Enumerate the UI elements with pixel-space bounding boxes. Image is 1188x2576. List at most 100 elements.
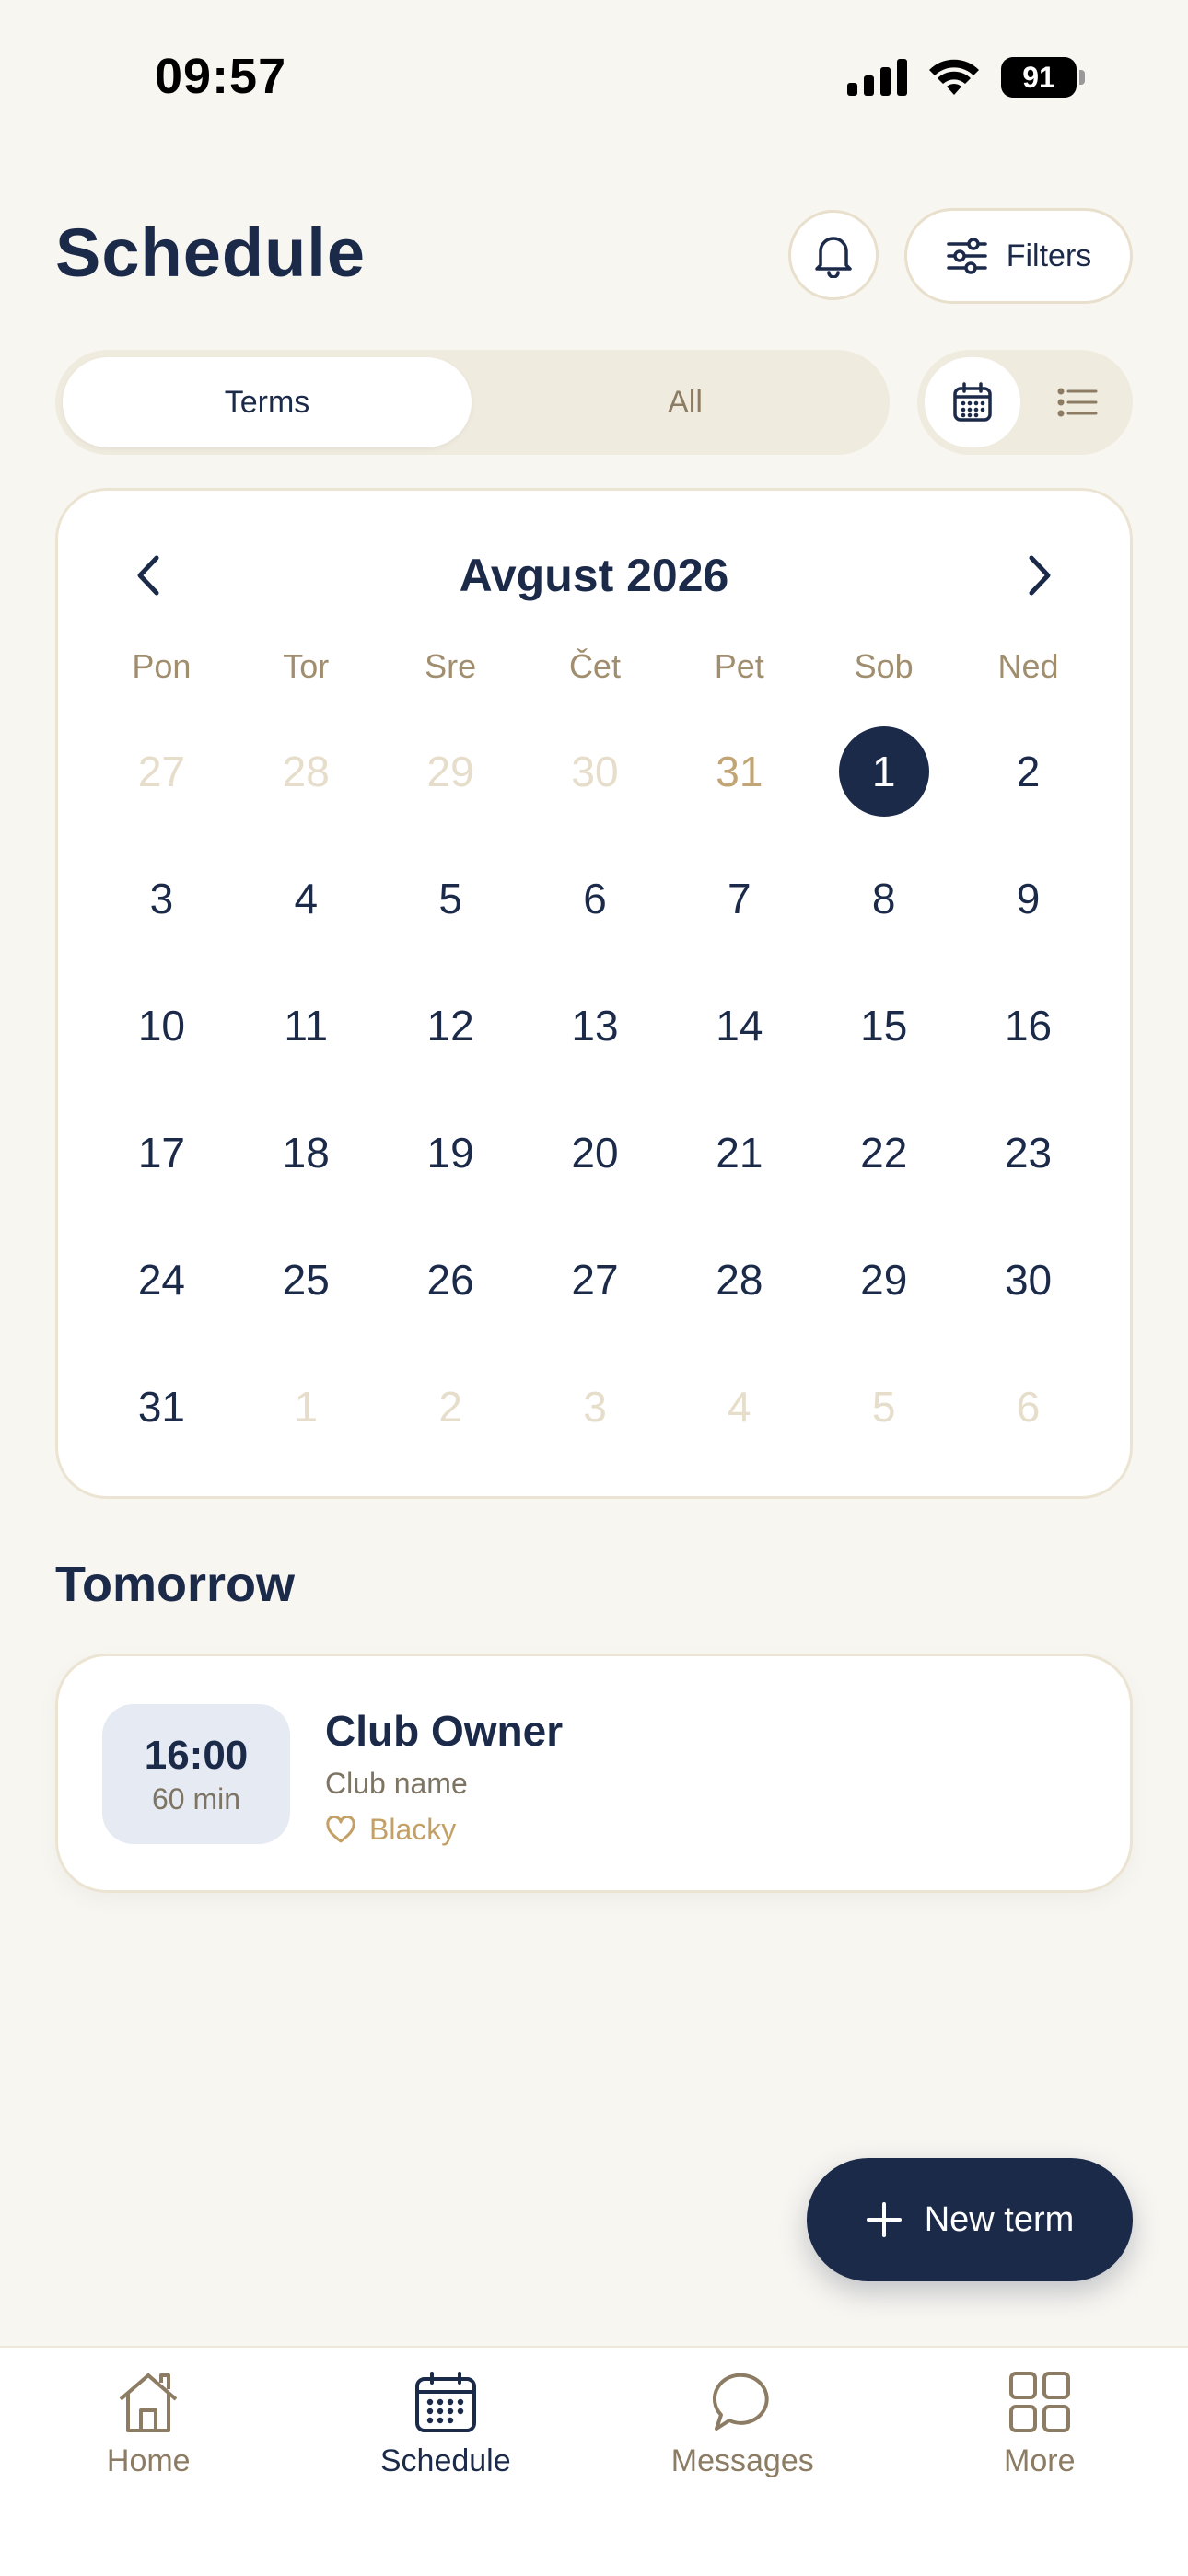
plus-icon	[866, 2201, 903, 2238]
filters-button[interactable]: Filters	[904, 208, 1133, 304]
calendar-day[interactable]: 1	[234, 1362, 379, 1489]
calendar-day[interactable]: 2	[956, 726, 1101, 853]
calendar-day[interactable]: 29	[811, 1235, 956, 1362]
next-month-button[interactable]	[1003, 539, 1077, 612]
calendar-day-number: 3	[116, 853, 206, 944]
nav-item-messages[interactable]: Messages	[594, 2348, 891, 2576]
calendar-day-number: 10	[116, 981, 206, 1071]
calendar-day-number: 9	[984, 853, 1074, 944]
calendar-day[interactable]: 22	[811, 1108, 956, 1235]
calendar-day[interactable]: 21	[667, 1108, 811, 1235]
calendar-day-number: 6	[984, 1362, 1074, 1452]
calendar-day[interactable]: 27	[89, 726, 234, 853]
event-duration: 60 min	[152, 1782, 240, 1816]
calendar-day-number: 22	[839, 1108, 929, 1198]
calendar-day[interactable]: 31	[89, 1362, 234, 1489]
calendar-day-number: 11	[261, 981, 351, 1071]
calendar-day[interactable]: 19	[379, 1108, 523, 1235]
calendar-day[interactable]: 20	[523, 1108, 668, 1235]
calendar-day[interactable]: 18	[234, 1108, 379, 1235]
calendar-day-number: 28	[694, 1235, 785, 1325]
calendar-day-number: 23	[984, 1108, 1074, 1198]
weekday-header: Pon Tor Sre Čet Pet Sob Ned	[89, 647, 1101, 686]
event-club-name: Club name	[325, 1767, 468, 1801]
calendar-day[interactable]: 5	[379, 853, 523, 981]
calendar-day-number: 7	[694, 853, 785, 944]
calendar-day-number: 21	[694, 1108, 785, 1198]
tab-terms[interactable]: Terms	[63, 357, 472, 447]
weekday-label: Čet	[523, 647, 668, 686]
calendar-day-number: 24	[116, 1235, 206, 1325]
tab-all[interactable]: All	[488, 357, 882, 447]
weekday-label: Pet	[667, 647, 811, 686]
section-title: Tomorrow	[55, 1556, 295, 1613]
calendar-day-number: 16	[984, 981, 1074, 1071]
page-title: Schedule	[55, 214, 366, 292]
calendar-day-number: 5	[405, 853, 495, 944]
calendar-day[interactable]: 3	[89, 853, 234, 981]
calendar-days-grid: 2728293031123456789101112131415161718192…	[89, 726, 1101, 1489]
nav-label-more: More	[1004, 2443, 1075, 2479]
calendar-day[interactable]: 6	[956, 1362, 1101, 1489]
calendar-day[interactable]: 4	[234, 853, 379, 981]
event-favorite: Blacky	[325, 1813, 456, 1847]
nav-label-messages: Messages	[671, 2443, 814, 2479]
calendar-day[interactable]: 27	[523, 1235, 668, 1362]
weekday-label: Sob	[811, 647, 956, 686]
calendar-icon	[413, 2370, 478, 2434]
calendar-day-number: 17	[116, 1108, 206, 1198]
calendar-day-number: 31	[694, 726, 785, 817]
calendar-day[interactable]: 30	[523, 726, 668, 853]
calendar-day[interactable]: 23	[956, 1108, 1101, 1235]
calendar-day[interactable]: 7	[667, 853, 811, 981]
calendar-day[interactable]: 24	[89, 1235, 234, 1362]
calendar-day-number: 25	[261, 1235, 351, 1325]
calendar-day[interactable]: 25	[234, 1235, 379, 1362]
calendar-day-number: 30	[984, 1235, 1074, 1325]
calendar-view-button[interactable]	[925, 357, 1020, 447]
home-icon	[115, 2370, 181, 2434]
calendar-day-number: 27	[550, 1235, 640, 1325]
list-view-button[interactable]	[1030, 357, 1125, 447]
calendar-day[interactable]: 17	[89, 1108, 234, 1235]
calendar-day[interactable]: 8	[811, 853, 956, 981]
event-time: 16:00	[145, 1733, 249, 1779]
nav-item-more[interactable]: More	[891, 2348, 1188, 2576]
calendar-day-number: 4	[261, 853, 351, 944]
calendar-day-number: 26	[405, 1235, 495, 1325]
calendar-day[interactable]: 6	[523, 853, 668, 981]
status-time: 09:57	[155, 48, 286, 105]
calendar-day[interactable]: 2	[379, 1362, 523, 1489]
calendar-day-selected[interactable]: 1	[811, 726, 956, 853]
calendar-day[interactable]: 10	[89, 981, 234, 1108]
calendar-day[interactable]: 16	[956, 981, 1101, 1108]
nav-item-home[interactable]: Home	[0, 2348, 297, 2576]
nav-item-schedule[interactable]: Schedule	[297, 2348, 595, 2576]
weekday-label: Tor	[234, 647, 379, 686]
calendar-day[interactable]: 5	[811, 1362, 956, 1489]
calendar-day[interactable]: 30	[956, 1235, 1101, 1362]
calendar-day[interactable]: 4	[667, 1362, 811, 1489]
battery-icon: 91	[1001, 57, 1085, 98]
calendar-card: Avgust 2026 Pon Tor Sre Čet Pet Sob Ned …	[55, 488, 1133, 1499]
calendar-day[interactable]: 29	[379, 726, 523, 853]
calendar-day[interactable]: 12	[379, 981, 523, 1108]
new-term-button[interactable]: New term	[807, 2158, 1133, 2281]
calendar-day[interactable]: 11	[234, 981, 379, 1108]
calendar-day[interactable]: 14	[667, 981, 811, 1108]
calendar-day-number: 14	[694, 981, 785, 1071]
calendar-day[interactable]: 15	[811, 981, 956, 1108]
calendar-day-number: 5	[839, 1362, 929, 1452]
calendar-day[interactable]: 31	[667, 726, 811, 853]
calendar-day[interactable]: 26	[379, 1235, 523, 1362]
cellular-signal-icon	[847, 59, 907, 96]
calendar-day[interactable]: 28	[234, 726, 379, 853]
calendar-day[interactable]: 13	[523, 981, 668, 1108]
notifications-button[interactable]	[788, 210, 879, 300]
calendar-day-number: 3	[550, 1362, 640, 1452]
event-card[interactable]: 16:00 60 min Club Owner Club name Blacky	[55, 1654, 1133, 1893]
calendar-day-number: 4	[694, 1362, 785, 1452]
calendar-day[interactable]: 28	[667, 1235, 811, 1362]
calendar-day[interactable]: 9	[956, 853, 1101, 981]
calendar-day[interactable]: 3	[523, 1362, 668, 1489]
